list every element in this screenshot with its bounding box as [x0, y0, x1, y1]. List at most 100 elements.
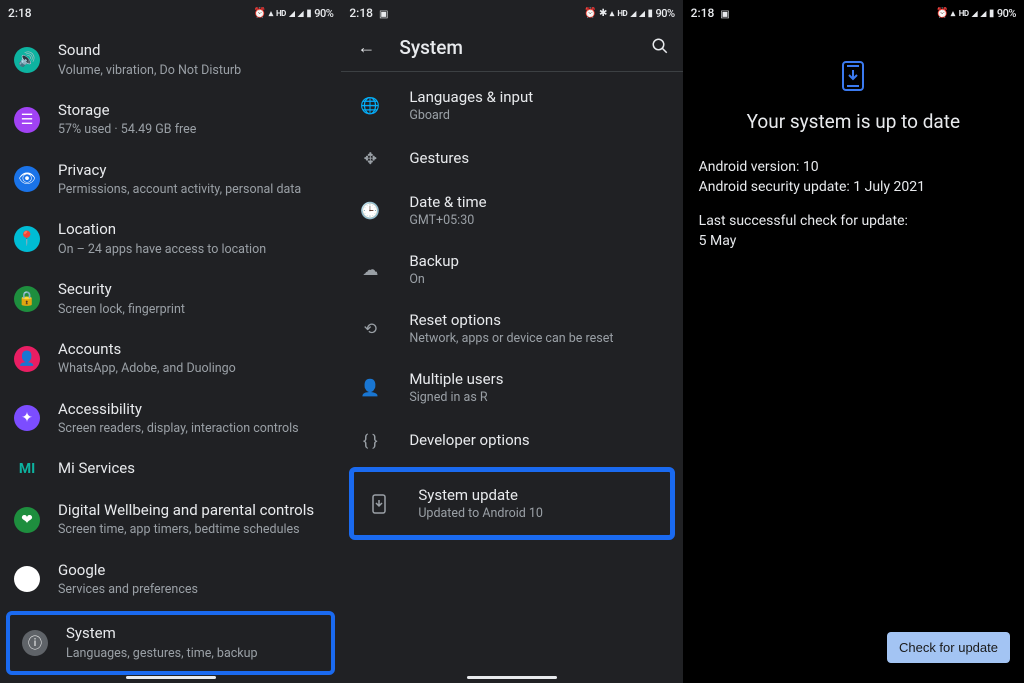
settings-item-accessibility[interactable]: ✦ Accessibility Screen readers, display,…	[0, 389, 341, 449]
hd-indicator: HD	[276, 9, 286, 18]
item-title: Accessibility	[58, 400, 299, 420]
mi-icon: MI	[14, 461, 40, 477]
battery-percent: 90%	[997, 7, 1016, 20]
gestures-icon: ✥	[359, 147, 381, 169]
item-sub: Volume, vibration, Do Not Disturb	[58, 63, 241, 79]
status-bar: 2:18 HD 90%	[0, 0, 341, 26]
header-title: System	[399, 36, 628, 59]
developer-icon: { }	[359, 429, 381, 451]
google-icon: G	[14, 566, 40, 592]
accounts-icon: 👤	[14, 346, 40, 372]
sound-icon: 🔊	[14, 47, 40, 73]
settings-item-location[interactable]: 📍 Location On – 24 apps have access to l…	[0, 209, 341, 269]
item-sub: GMT+05:30	[409, 213, 486, 228]
status-bar: 2:18 ✱ HD 90%	[341, 0, 682, 26]
privacy-icon: 👁	[14, 166, 40, 192]
storage-icon: ☰	[14, 107, 40, 133]
settings-item-sound[interactable]: 🔊 Sound Volume, vibration, Do Not Distur…	[0, 30, 341, 90]
item-sub: Updated to Android 10	[418, 506, 543, 521]
clock: 2:18	[8, 6, 32, 20]
user-icon: 👤	[359, 377, 381, 399]
signal-icon-2	[298, 9, 304, 18]
system-item-datetime[interactable]: 🕒 Date & time GMT+05:30	[341, 181, 682, 240]
item-sub: Languages, gestures, time, backup	[66, 646, 258, 662]
item-sub: Permissions, account activity, personal …	[58, 182, 301, 198]
settings-list: 🔊 Sound Volume, vibration, Do Not Distur…	[0, 26, 341, 681]
status-bar: 2:18 HD 90%	[683, 0, 1024, 26]
picture-notification-icon	[720, 6, 729, 20]
settings-item-mi-services[interactable]: MI Mi Services	[0, 448, 341, 490]
system-settings-panel: 2:18 ✱ HD 90% ← System 🌐 Languages & inp…	[341, 0, 682, 683]
item-sub: Services and preferences	[58, 582, 198, 598]
clock: 2:18	[349, 6, 373, 20]
item-sub: WhatsApp, Adobe, and Duolingo	[58, 361, 236, 377]
settings-item-security[interactable]: 🔒 Security Screen lock, fingerprint	[0, 269, 341, 329]
reset-icon: ⟲	[359, 318, 381, 340]
clock-icon: 🕒	[359, 200, 381, 222]
item-title: Developer options	[409, 431, 529, 449]
settings-item-system[interactable]: ⓘ System Languages, gestures, time, back…	[10, 615, 331, 671]
settings-item-wellbeing[interactable]: ❤ Digital Wellbeing and parental control…	[0, 490, 341, 550]
item-sub: Network, apps or device can be reset	[409, 331, 613, 346]
hd-indicator: HD	[617, 9, 627, 18]
signal-icon	[289, 9, 295, 18]
clock: 2:18	[691, 6, 715, 20]
home-indicator[interactable]	[126, 676, 216, 679]
signal-icon	[972, 9, 978, 18]
settings-item-storage[interactable]: ☰ Storage 57% used · 54.49 GB free	[0, 90, 341, 150]
home-indicator[interactable]	[467, 676, 557, 679]
settings-item-accounts[interactable]: 👤 Accounts WhatsApp, Adobe, and Duolingo	[0, 329, 341, 389]
settings-item-privacy[interactable]: 👁 Privacy Permissions, account activity,…	[0, 150, 341, 210]
settings-item-google[interactable]: G Google Services and preferences	[0, 550, 341, 610]
update-status-icon	[699, 60, 1008, 92]
android-version-line: Android version: 10	[699, 159, 1008, 175]
settings-main-panel: 2:18 HD 90% 🔊 Sound Volume, vibration, D…	[0, 0, 341, 683]
item-title: System update	[418, 486, 543, 504]
item-sub: Signed in as R	[409, 390, 503, 405]
update-title: Your system is up to date	[699, 110, 1008, 133]
item-sub: Screen lock, fingerprint	[58, 302, 185, 318]
system-item-developer[interactable]: { } Developer options	[341, 417, 682, 463]
location-icon: 📍	[14, 226, 40, 252]
highlight-system-update: System update Updated to Android 10	[349, 467, 674, 540]
battery-percent: 90%	[656, 7, 675, 20]
update-icon	[368, 493, 390, 515]
search-button[interactable]	[651, 37, 669, 59]
battery-icon	[648, 8, 653, 19]
system-item-update[interactable]: System update Updated to Android 10	[354, 472, 669, 535]
last-check-label: Last successful check for update:	[699, 213, 1008, 229]
accessibility-icon: ✦	[14, 405, 40, 431]
item-title: Security	[58, 280, 185, 300]
wellbeing-icon: ❤	[14, 507, 40, 533]
item-sub: On	[409, 272, 459, 287]
highlight-system: ⓘ System Languages, gestures, time, back…	[6, 611, 335, 675]
item-title: Mi Services	[58, 459, 135, 479]
system-item-gestures[interactable]: ✥ Gestures	[341, 135, 682, 181]
item-title: Accounts	[58, 340, 236, 360]
system-item-users[interactable]: 👤 Multiple users Signed in as R	[341, 358, 682, 417]
item-sub: Gboard	[409, 108, 533, 123]
backup-icon: ☁	[359, 259, 381, 281]
item-title: Google	[58, 561, 198, 581]
item-sub: 57% used · 54.49 GB free	[58, 122, 196, 138]
signal-icon	[630, 9, 636, 18]
system-item-reset[interactable]: ⟲ Reset options Network, apps or device …	[341, 299, 682, 358]
system-item-languages[interactable]: 🌐 Languages & input Gboard	[341, 76, 682, 135]
system-item-backup[interactable]: ☁ Backup On	[341, 240, 682, 299]
wifi-icon	[951, 8, 956, 19]
item-title: Date & time	[409, 193, 486, 211]
signal-icon-2	[980, 9, 986, 18]
wifi-icon	[610, 8, 615, 19]
check-for-update-button[interactable]: Check for update	[887, 632, 1010, 663]
system-update-panel: 2:18 HD 90% Your system is up to date An…	[683, 0, 1024, 683]
picture-notification-icon	[379, 6, 388, 20]
battery-icon	[989, 8, 994, 19]
item-title: Location	[58, 220, 266, 240]
signal-icon-2	[639, 9, 645, 18]
back-button[interactable]: ←	[355, 37, 377, 59]
globe-icon: 🌐	[359, 95, 381, 117]
update-content: Your system is up to date Android versio…	[683, 26, 1024, 249]
header: ← System	[341, 26, 682, 72]
item-title: Storage	[58, 101, 196, 121]
item-title: Gestures	[409, 149, 469, 167]
